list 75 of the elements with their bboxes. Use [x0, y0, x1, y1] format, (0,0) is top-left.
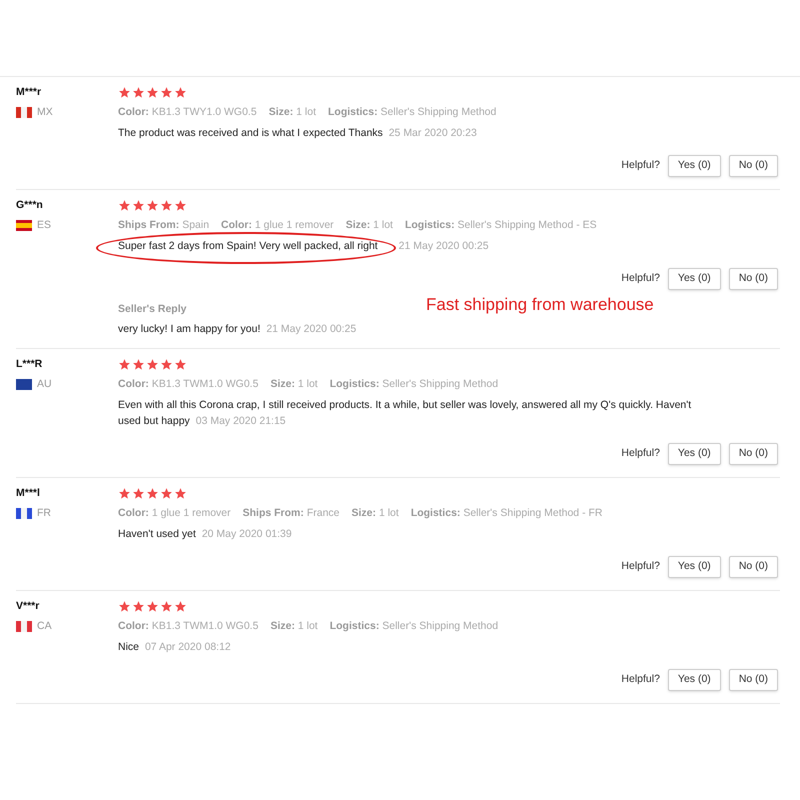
star-icon — [160, 198, 173, 212]
attribute-text: Color: KB1.3 TWM1.0 WG0.5 — [118, 377, 258, 391]
star-icon — [160, 86, 173, 98]
star-icon — [146, 358, 159, 370]
review-text: Even with all this Corona crap, I still received products. It a while, but seller was lovely, answered all my Q's quickly. Haven't used but happy 03 May 2020 21:15 — [118, 398, 692, 429]
star-icon — [174, 486, 187, 500]
star-icon — [174, 86, 187, 98]
star-icon — [174, 198, 187, 212]
helpful-label: Helpful? — [621, 446, 660, 462]
attribute-text: Ships From: France — [242, 506, 340, 520]
reviewer-name: M***l — [16, 486, 41, 500]
attribute-text: Color: 1 glue 1 remover — [118, 506, 231, 520]
annotation-text: Fast shipping from warehouse — [426, 294, 654, 316]
attribute-text: Size: 1 lot — [270, 377, 318, 391]
no-button[interactable]: No (0) — [728, 155, 778, 177]
yes-button[interactable]: Yes (0) — [668, 669, 721, 691]
no-button[interactable]: No (0) — [728, 669, 778, 691]
country-code: ES — [37, 218, 52, 232]
star-icon — [132, 86, 145, 98]
no-button[interactable]: No (0) — [728, 556, 778, 578]
star-icon — [132, 358, 145, 370]
star-icon — [132, 600, 145, 612]
attribute-text: Logistics: Seller's Shipping Method - ES — [404, 218, 597, 232]
reply-label: Seller's Reply — [118, 302, 186, 316]
star-icon — [146, 486, 159, 500]
star-icon — [146, 198, 159, 212]
review-text: Nice 07 Apr 2020 08:12 — [118, 640, 232, 655]
review-text: Super fast 2 days from Spain! Very well packed, all right 21 May 2020 00:25 — [118, 239, 490, 254]
review-text: Haven't used yet 20 May 2020 01:39 — [118, 527, 293, 542]
no-button[interactable]: No (0) — [728, 268, 778, 290]
attribute-text: Size: 1 lot — [346, 218, 393, 232]
helpful-label: Helpful? — [621, 158, 660, 174]
yes-button[interactable]: Yes (0) — [668, 268, 721, 290]
star-icon — [118, 198, 131, 212]
country-code: MX — [37, 105, 53, 119]
attribute-text: Logistics: Seller's Shipping Method — [328, 105, 496, 119]
star-icon — [146, 600, 159, 612]
no-button[interactable]: No (0) — [728, 443, 778, 465]
attribute-text: Ships From: Spain — [118, 218, 210, 232]
reviewer-name: V***r — [16, 599, 40, 613]
attribute-text: Color: KB1.3 TWY1.0 WG0.5 — [118, 105, 257, 119]
star-icon — [174, 358, 187, 370]
star-icon — [132, 486, 145, 500]
country-code: CA — [37, 619, 52, 633]
helpful-label: Helpful? — [621, 271, 660, 286]
attribute-text: Color: 1 glue 1 remover — [221, 218, 334, 232]
star-icon — [146, 86, 159, 98]
star-icon — [174, 600, 187, 612]
star-icon — [160, 486, 173, 500]
attribute-text: Logistics: Seller's Shipping Method — [330, 377, 498, 391]
attribute-text: Logistics: Seller's Shipping Method — [330, 619, 498, 633]
helpful-label: Helpful? — [621, 559, 660, 574]
star-icon — [118, 86, 131, 98]
reply-text: very lucky! I am happy for you! 21 May 2020 00:25 — [118, 322, 356, 336]
reviewer-name: L***R — [16, 357, 44, 371]
yes-button[interactable]: Yes (0) — [668, 443, 721, 465]
attribute-text: Color: KB1.3 TWM1.0 WG0.5 — [118, 619, 258, 633]
helpful-label: Helpful? — [621, 672, 660, 688]
attribute-text: Size: 1 lot — [352, 506, 399, 520]
star-icon — [118, 600, 131, 612]
country-code: FR — [37, 506, 51, 520]
yes-button[interactable]: Yes (0) — [668, 556, 721, 578]
country-code: AU — [37, 377, 52, 391]
star-icon — [118, 486, 131, 500]
star-icon — [118, 358, 131, 370]
attribute-text: Logistics: Seller's Shipping Method - FR — [410, 506, 602, 520]
star-icon — [160, 358, 173, 370]
attribute-text: Size: 1 lot — [268, 105, 316, 119]
reviewer-name: G***n — [16, 198, 44, 212]
reviewer-name: M***r — [16, 85, 42, 99]
review-text: The product was received and is what I expected Thanks 25 Mar 2020 20:23 — [118, 126, 478, 141]
star-icon — [160, 600, 173, 612]
yes-button[interactable]: Yes (0) — [668, 155, 721, 177]
star-icon — [132, 198, 145, 212]
attribute-text: Size: 1 lot — [270, 619, 318, 633]
